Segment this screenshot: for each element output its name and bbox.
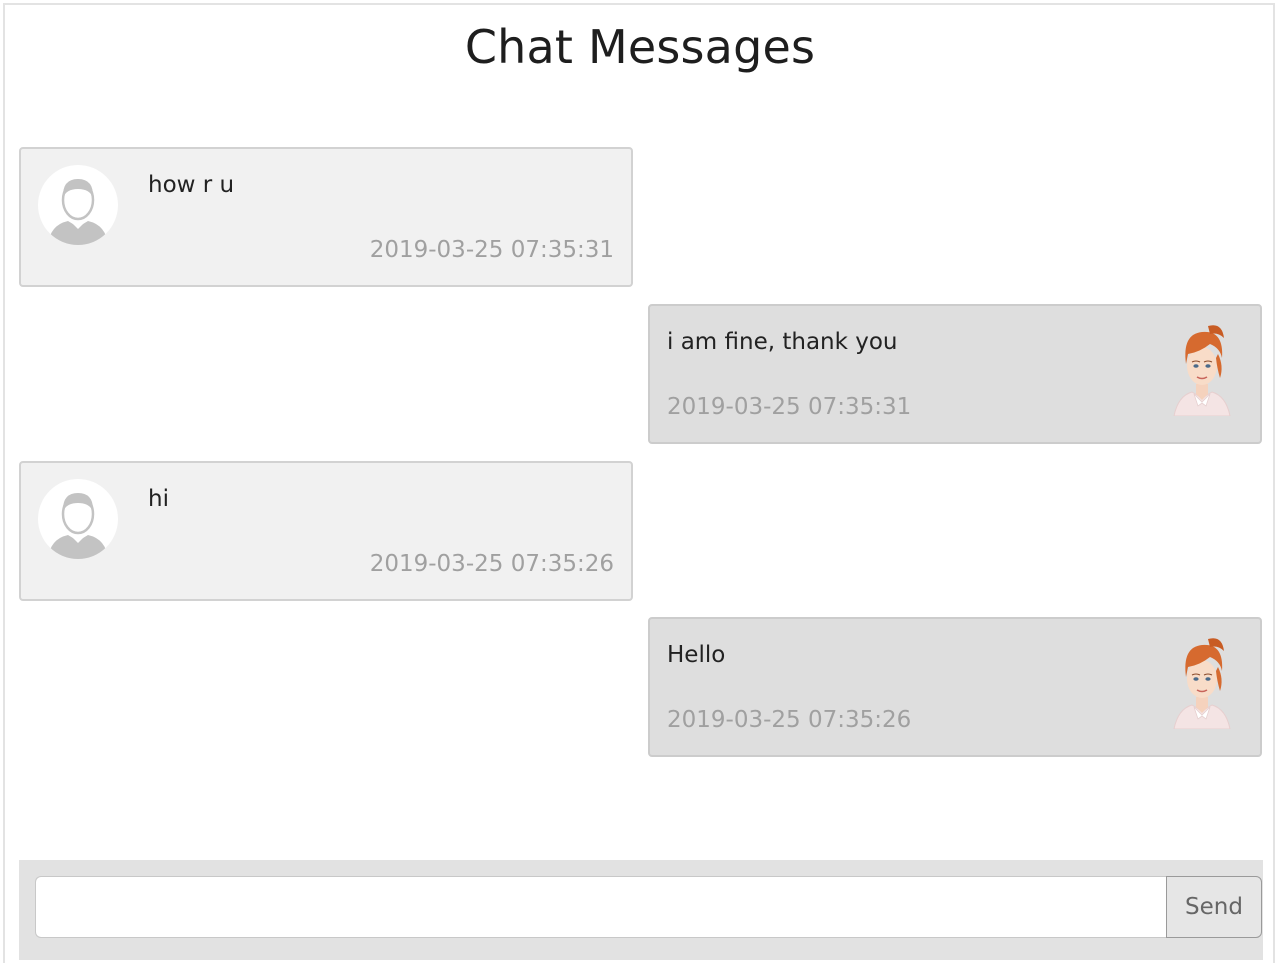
woman-avatar-icon xyxy=(1173,638,1231,729)
male-user-placeholder-icon xyxy=(38,165,118,245)
message-bubble-incoming: hi 2019-03-25 07:35:26 xyxy=(19,461,633,601)
woman-avatar-icon xyxy=(1173,325,1231,416)
message-bubble-outgoing: i am fine, thank you 2019-03-25 07:35:31 xyxy=(648,304,1262,444)
message-input[interactable] xyxy=(35,876,1167,938)
send-button[interactable]: Send xyxy=(1166,876,1262,938)
message-timestamp: 2019-03-25 07:35:31 xyxy=(369,237,614,263)
male-user-placeholder-icon xyxy=(38,479,118,559)
message-text: i am fine, thank you xyxy=(667,329,898,355)
message-timestamp: 2019-03-25 07:35:26 xyxy=(369,551,614,577)
message-text: hi xyxy=(148,486,169,512)
message-bubble-outgoing: Hello 2019-03-25 07:35:26 xyxy=(648,617,1262,757)
message-text: how r u xyxy=(148,172,235,198)
page-title: Chat Messages xyxy=(464,20,816,74)
message-text: Hello xyxy=(667,642,726,668)
message-bubble-incoming: how r u 2019-03-25 07:35:31 xyxy=(19,147,633,287)
message-composer: Send xyxy=(19,860,1263,960)
message-timestamp: 2019-03-25 07:35:31 xyxy=(667,394,912,420)
message-timestamp: 2019-03-25 07:35:26 xyxy=(667,707,912,733)
